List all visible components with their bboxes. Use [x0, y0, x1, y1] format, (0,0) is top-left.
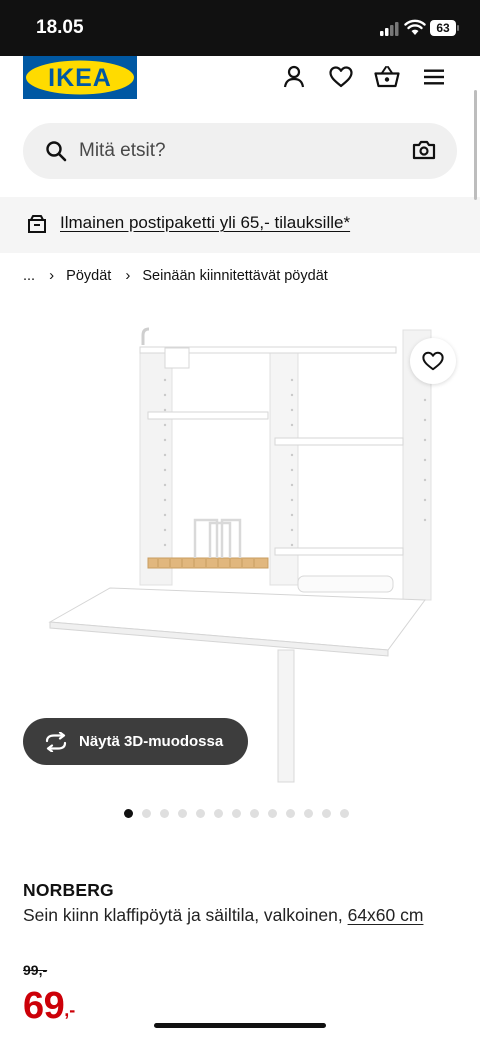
- carousel-dot[interactable]: [286, 809, 295, 818]
- battery-tip: [457, 25, 459, 31]
- carousel-dot[interactable]: [178, 809, 187, 818]
- carousel-dot[interactable]: [124, 809, 133, 818]
- breadcrumb-ellipsis[interactable]: ...: [23, 268, 35, 284]
- breadcrumb: ... › Pöydät › Seinään kiinnitettävät pö…: [23, 267, 328, 284]
- rotate-3d-icon: [45, 732, 67, 752]
- shopping-basket-icon[interactable]: [374, 64, 400, 90]
- carousel-pagination: [124, 809, 349, 819]
- view-3d-label: Näytä 3D-muodossa: [79, 733, 224, 750]
- breadcrumb-item-wall-tables[interactable]: Seinään kiinnitettävät pöydät: [142, 268, 327, 284]
- wifi-icon: [404, 19, 426, 35]
- page-scrollbar[interactable]: [474, 90, 477, 200]
- status-time: 18.05: [36, 17, 84, 38]
- product-description-text: Sein kiinn klaffipöytä ja säiltila, valk…: [23, 905, 348, 925]
- add-to-favourites-button[interactable]: [410, 338, 456, 384]
- search-icon: [46, 141, 67, 162]
- search-input[interactable]: Mitä etsit?: [23, 123, 457, 179]
- carousel-dot[interactable]: [214, 809, 223, 818]
- heart-icon[interactable]: [328, 64, 354, 90]
- camera-search-icon[interactable]: [412, 139, 436, 161]
- user-icon[interactable]: [281, 64, 307, 90]
- ikea-logo[interactable]: IKEA: [23, 56, 137, 99]
- site-header: IKEA: [0, 56, 480, 116]
- product-description: Sein kiinn klaffipöytä ja säiltila, valk…: [23, 904, 453, 927]
- carousel-dot[interactable]: [268, 809, 277, 818]
- home-indicator: [154, 1023, 326, 1028]
- carousel-dot[interactable]: [160, 809, 169, 818]
- current-price: 69,-: [23, 985, 75, 1028]
- chevron-right-icon: ›: [49, 267, 55, 284]
- product-dimensions-link[interactable]: 64x60 cm: [348, 905, 424, 925]
- shipping-banner-text[interactable]: Ilmainen postipaketti yli 65,- tilauksil…: [60, 213, 350, 233]
- carousel-dot[interactable]: [142, 809, 151, 818]
- carousel-dot[interactable]: [340, 809, 349, 818]
- carousel-dot[interactable]: [304, 809, 313, 818]
- view-3d-button[interactable]: Näytä 3D-muodossa: [23, 718, 248, 765]
- logo-text: IKEA: [48, 64, 112, 92]
- old-price: 99,-: [23, 962, 48, 978]
- battery-indicator: 63: [430, 20, 456, 36]
- product-name: NORBERG: [23, 880, 114, 900]
- carousel-dot[interactable]: [322, 809, 331, 818]
- carousel-dot[interactable]: [250, 809, 259, 818]
- cellular-signal-icon: [380, 22, 399, 36]
- chevron-right-icon: ›: [125, 267, 131, 284]
- carousel-dot[interactable]: [232, 809, 241, 818]
- parcel-box-icon: [28, 215, 46, 233]
- search-placeholder: Mitä etsit?: [79, 140, 166, 161]
- menu-icon[interactable]: [421, 64, 447, 90]
- shipping-banner[interactable]: Ilmainen postipaketti yli 65,- tilauksil…: [0, 197, 480, 253]
- heart-icon: [422, 351, 444, 371]
- breadcrumb-item-poydat[interactable]: Pöydät: [66, 268, 111, 284]
- status-bar: 18.05 63: [0, 0, 480, 56]
- price-suffix: ,-: [64, 1000, 76, 1020]
- price-whole: 69: [23, 985, 65, 1027]
- carousel-dot[interactable]: [196, 809, 205, 818]
